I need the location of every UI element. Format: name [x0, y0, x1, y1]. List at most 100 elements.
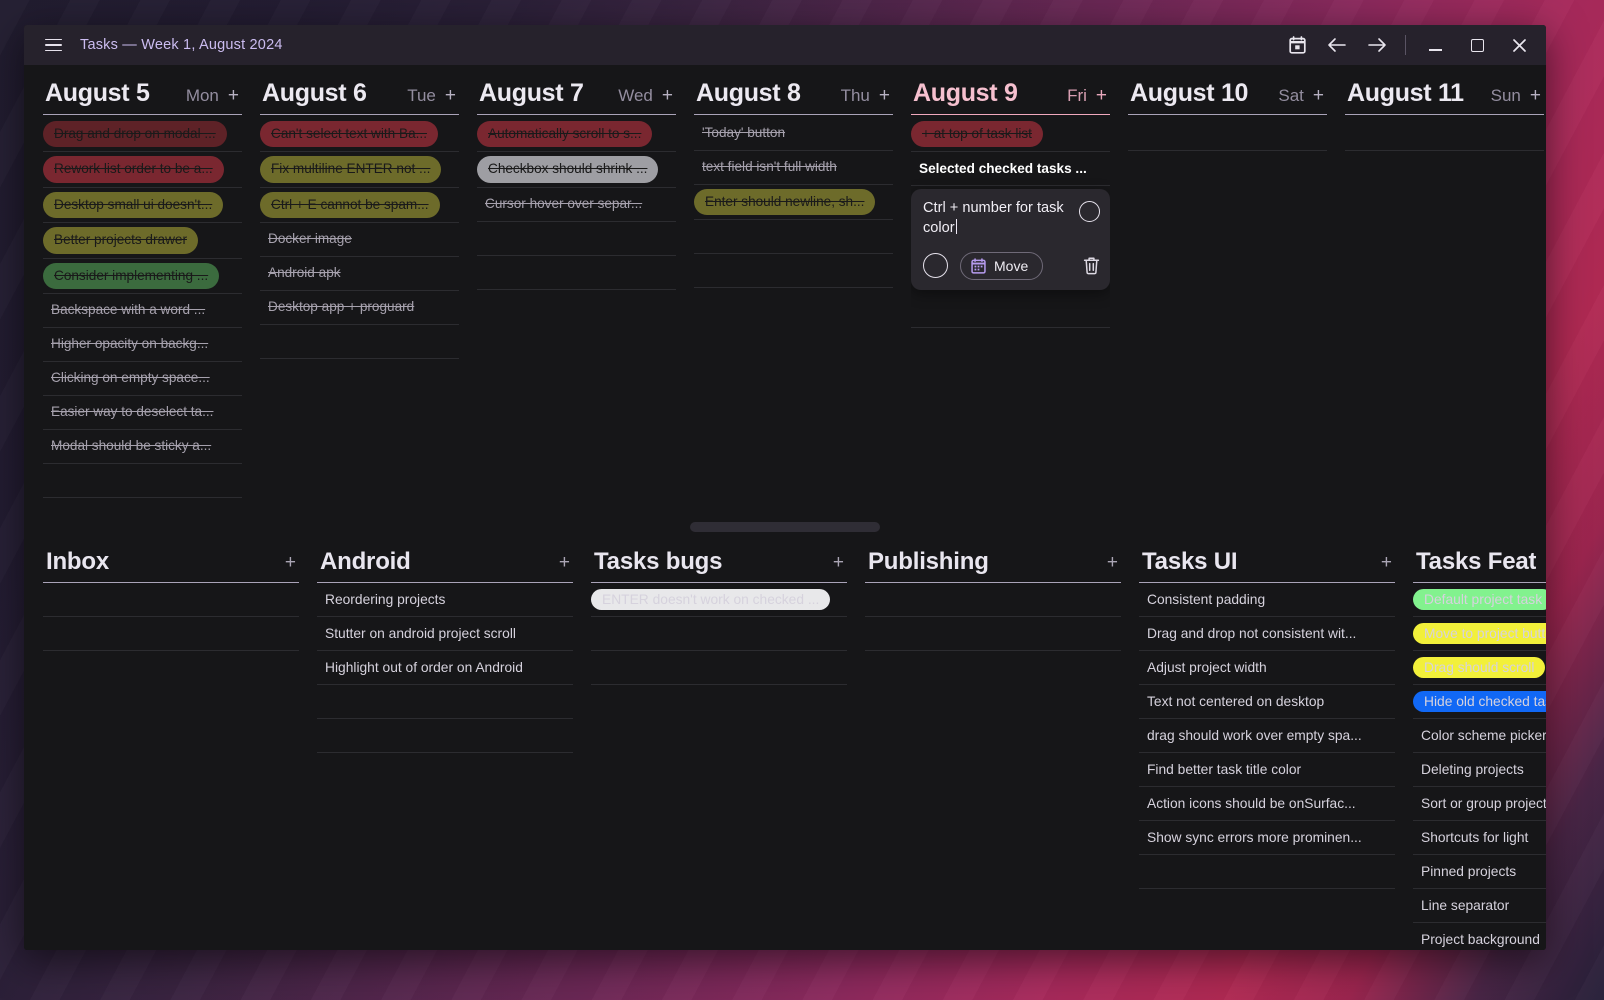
empty-task-slot[interactable]	[477, 222, 676, 256]
task-row[interactable]: Automatically scroll to s...	[477, 117, 676, 153]
task-row[interactable]: Ctrl + E cannot be spam...	[260, 188, 459, 224]
project-task-row[interactable]: Adjust project width	[1139, 651, 1395, 685]
pane-resize-grip[interactable]	[690, 522, 880, 532]
empty-task-slot[interactable]	[43, 464, 242, 498]
arrow-left-icon[interactable]	[1317, 28, 1357, 62]
project-task-row[interactable]: Default project task	[1413, 583, 1546, 617]
project-task-row[interactable]: Color scheme picker	[1413, 719, 1546, 753]
task-title-input[interactable]: Ctrl + number for task color	[923, 199, 1071, 238]
text-caret	[955, 218, 958, 234]
task-row[interactable]: Desktop small ui doesn't...	[43, 188, 242, 224]
empty-task-slot[interactable]	[260, 325, 459, 360]
task-row[interactable]: + at top of task list	[911, 117, 1110, 153]
day-date-label: August 10	[1130, 79, 1249, 107]
project-task-row[interactable]: Sort or group projects	[1413, 787, 1546, 821]
task-row[interactable]: Consider implementing ...	[43, 259, 242, 294]
project-task-row[interactable]: Shortcuts for light	[1413, 821, 1546, 855]
empty-task-slot[interactable]	[694, 254, 893, 289]
project-task-list: Default project task Move to project butt…	[1413, 583, 1546, 950]
empty-project-slot[interactable]	[865, 583, 1121, 617]
project-task-row[interactable]: Action icons should be onSurfac...	[1139, 787, 1395, 821]
day-header: August 11 Sun +	[1345, 65, 1544, 115]
checkbox-circle-icon[interactable]	[923, 253, 948, 279]
task-row[interactable]: Rework list order to be a...	[43, 152, 242, 188]
trash-icon[interactable]	[1083, 256, 1100, 275]
arrow-right-icon[interactable]	[1357, 28, 1397, 62]
project-task-row[interactable]: Move to project button	[1413, 617, 1546, 651]
empty-project-slot[interactable]	[1139, 855, 1395, 889]
task-row[interactable]: Clicking on empty space...	[43, 362, 242, 396]
empty-task-slot[interactable]	[477, 256, 676, 290]
minimize-icon[interactable]	[1414, 28, 1456, 62]
project-task-row[interactable]: Drag and drop not consistent wit...	[1139, 617, 1395, 651]
empty-project-slot[interactable]	[865, 617, 1121, 651]
add-task-button[interactable]: +	[661, 86, 674, 105]
project-task-row[interactable]: Text not centered on desktop	[1139, 685, 1395, 719]
day-weekday-label: Sun	[1490, 86, 1521, 105]
add-project-task-button[interactable]: +	[825, 553, 844, 572]
move-button-label: Move	[994, 257, 1029, 274]
empty-project-slot[interactable]	[43, 583, 299, 617]
task-row[interactable]: Drag and drop on modal ...	[43, 117, 242, 153]
task-title-input-value: Ctrl + number for task color	[923, 200, 1064, 236]
empty-project-slot[interactable]	[317, 719, 573, 753]
add-task-button[interactable]: +	[1529, 86, 1542, 105]
add-project-task-button[interactable]: +	[277, 553, 296, 572]
task-row[interactable]: Easier way to deselect ta...	[43, 396, 242, 430]
project-task-row[interactable]: Project background	[1413, 923, 1546, 950]
project-task-row[interactable]: Stutter on android project scroll	[317, 617, 573, 651]
project-task-row[interactable]: Hide old checked tasks	[1413, 685, 1546, 719]
calendar-icon[interactable]	[1277, 28, 1317, 62]
pane-resize-handle[interactable]	[24, 520, 1546, 534]
task-row[interactable]: Higher opacity on backg...	[43, 328, 242, 362]
task-row[interactable]: Selected checked tasks ...	[911, 152, 1110, 187]
hamburger-icon[interactable]	[38, 30, 68, 60]
task-row[interactable]: Docker image	[260, 223, 459, 258]
project-task-row[interactable]: drag should work over empty spa...	[1139, 719, 1395, 753]
move-button[interactable]: Move	[960, 251, 1044, 280]
empty-project-slot[interactable]	[591, 617, 847, 651]
task-row[interactable]: Enter should newline, sh...	[694, 185, 893, 221]
task-row[interactable]: Backspace with a word ...	[43, 294, 242, 328]
task-row[interactable]: 'Today' button	[694, 117, 893, 151]
task-row[interactable]: text field isn't full width	[694, 151, 893, 185]
project-task-row[interactable]: ENTER doesn't work on checked ...	[591, 583, 847, 617]
project-task-row[interactable]: Pinned projects	[1413, 855, 1546, 889]
task-row[interactable]: Cursor hover over separ...	[477, 188, 676, 222]
color-swatch-icon[interactable]	[1079, 201, 1100, 223]
project-task-row[interactable]: Drag should scroll	[1413, 651, 1546, 685]
project-task-title: Show sync errors more prominen...	[1147, 830, 1362, 845]
task-row[interactable]: Desktop app + proguard	[260, 291, 459, 326]
project-task-row[interactable]: Consistent padding	[1139, 583, 1395, 617]
empty-task-slot[interactable]	[1128, 117, 1327, 151]
day-weekday-label: Mon	[185, 86, 219, 105]
task-row[interactable]: Android apk	[260, 257, 459, 292]
add-task-button[interactable]: +	[1095, 86, 1108, 105]
task-row[interactable]: Modal should be sticky a...	[43, 430, 242, 464]
task-row[interactable]: Better projects drawer	[43, 223, 242, 259]
project-task-row[interactable]: Reordering projects	[317, 583, 573, 617]
project-task-row[interactable]: Line separator	[1413, 889, 1546, 923]
project-task-row[interactable]: Show sync errors more prominen...	[1139, 821, 1395, 855]
task-row[interactable]: Fix multiline ENTER not ...	[260, 152, 459, 188]
add-task-button[interactable]: +	[444, 86, 457, 105]
project-task-row[interactable]: Find better task title color	[1139, 753, 1395, 787]
task-row[interactable]: Can't select text with Ba...	[260, 117, 459, 153]
add-task-button[interactable]: +	[227, 86, 240, 105]
empty-task-slot[interactable]	[911, 294, 1110, 328]
empty-project-slot[interactable]	[317, 685, 573, 719]
project-task-row[interactable]: Highlight out of order on Android	[317, 651, 573, 685]
add-task-button[interactable]: +	[878, 86, 891, 105]
add-project-task-button[interactable]: +	[1099, 553, 1118, 572]
empty-project-slot[interactable]	[591, 651, 847, 685]
add-project-task-button[interactable]: +	[1373, 553, 1392, 572]
add-project-task-button[interactable]: +	[551, 553, 570, 572]
project-task-row[interactable]: Deleting projects	[1413, 753, 1546, 787]
task-row[interactable]: Checkbox should shrink ...	[477, 152, 676, 188]
empty-project-slot[interactable]	[43, 617, 299, 651]
empty-task-slot[interactable]	[694, 220, 893, 255]
close-icon[interactable]	[1498, 28, 1540, 62]
add-task-button[interactable]: +	[1312, 86, 1325, 105]
empty-task-slot[interactable]	[1345, 117, 1544, 151]
maximize-icon[interactable]	[1456, 28, 1498, 62]
